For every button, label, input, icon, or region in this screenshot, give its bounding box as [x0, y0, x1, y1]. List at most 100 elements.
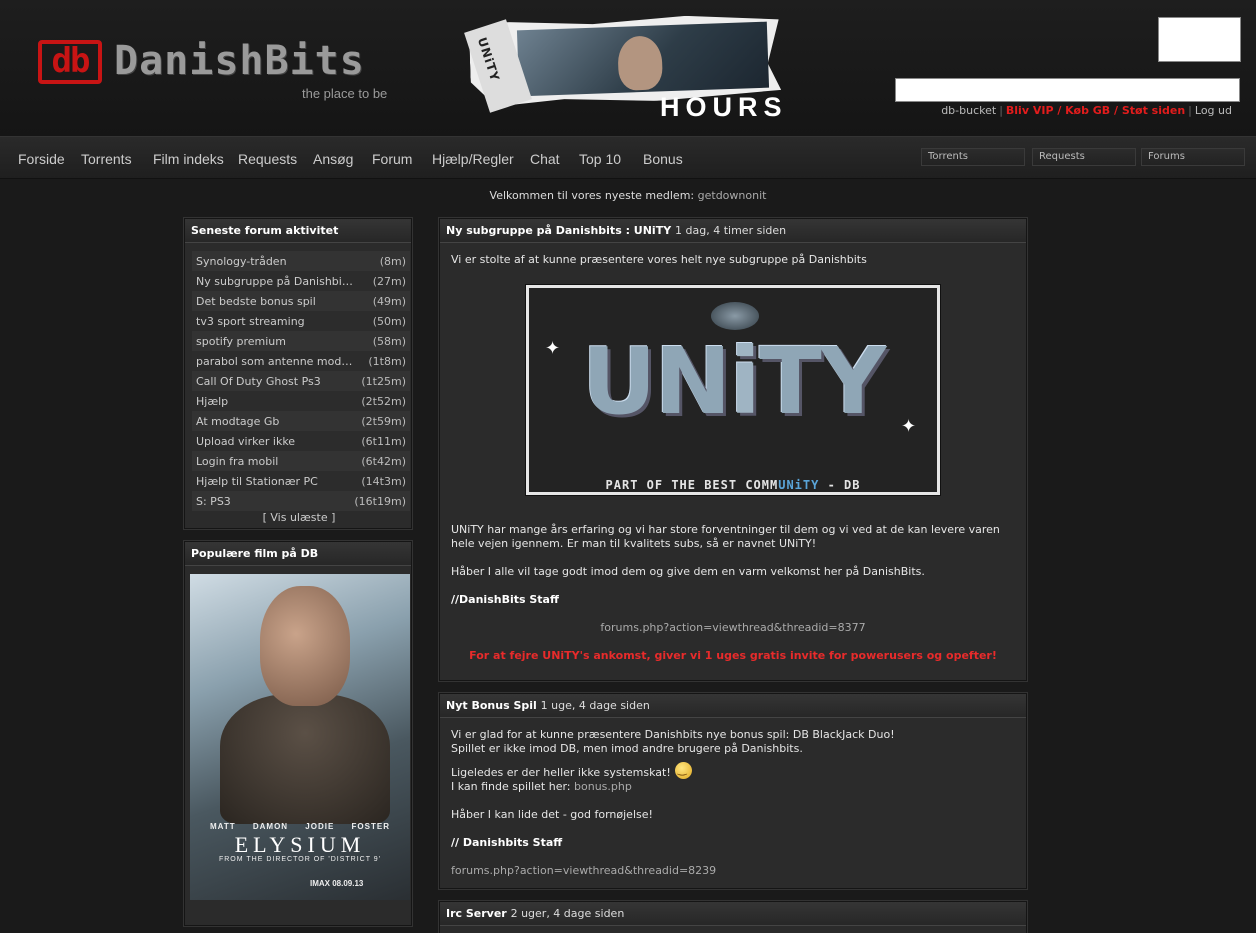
nav-forside[interactable]: Forside — [18, 151, 65, 167]
thread-title[interactable]: At modtage Gb — [196, 415, 279, 428]
list-item[interactable]: Det bedste bonus spil (49m) — [192, 291, 410, 311]
main-nav: Forside Torrents Film indeks Requests An… — [0, 136, 1256, 179]
unity-logo-image: ✦ ✦ UNiTY PART OF THE BEST COMMUNiTY - D… — [526, 285, 940, 495]
thread-age: (6t42m) — [361, 454, 406, 468]
list-item[interactable]: Upload virker ikke (6t11m) — [192, 431, 410, 451]
thread-age: (27m) — [372, 274, 406, 288]
site-logo[interactable]: db DanishBits the place to be — [38, 36, 398, 106]
nav-film-indeks[interactable]: Film indeks — [153, 151, 224, 167]
thread-age: (6t11m) — [361, 434, 406, 448]
nav-hjaelp-regler[interactable]: Hjælp/Regler — [432, 151, 514, 167]
unity-word-b: TY — [758, 328, 886, 435]
logout-link[interactable]: Log ud — [1195, 104, 1232, 117]
poster-title: ELYSIUM — [234, 832, 366, 857]
nav-requests[interactable]: Requests — [238, 151, 297, 167]
thread-title[interactable]: Call Of Duty Ghost Ps3 — [196, 375, 321, 388]
list-item[interactable]: tv3 sport streaming (50m) — [192, 311, 410, 331]
nav-bonus[interactable]: Bonus — [643, 151, 683, 167]
unity-tag-c: - DB — [819, 478, 861, 492]
list-item[interactable]: Login fra mobil (6t42m) — [192, 451, 410, 471]
welcome-bar: Velkommen til vores nyeste medlem: getdo… — [0, 189, 1256, 202]
site-header: db DanishBits the place to be UNiTY HOUR… — [0, 0, 1256, 136]
bonus-link[interactable]: bonus.php — [574, 780, 632, 793]
news-intro: Vi er stolte af at kunne præsentere vore… — [451, 253, 867, 266]
show-unread-link[interactable]: [ Vis ulæste ] — [185, 511, 413, 524]
news-header: Nyt Bonus Spil 1 uge, 4 dage siden — [440, 694, 1026, 718]
nav-forum[interactable]: Forum — [372, 151, 412, 167]
nav-chat[interactable]: Chat — [530, 151, 560, 167]
nav-torrents[interactable]: Torrents — [81, 151, 132, 167]
quick-search-torrents[interactable]: Torrents — [921, 148, 1025, 166]
logo-wordmark: DanishBits — [114, 38, 365, 84]
link-separator: | — [999, 104, 1003, 117]
news-title: Nyt Bonus Spil — [446, 699, 537, 712]
popular-films-title: Populære film på DB — [185, 542, 411, 566]
news-paragraph: Håber I alle vil tage godt imod dem og g… — [451, 565, 925, 578]
unity-word-a: UN — [581, 328, 732, 435]
thread-title[interactable]: tv3 sport streaming — [196, 315, 305, 328]
news-title: Irc Server — [446, 907, 507, 920]
nav-ansog[interactable]: Ansøg — [313, 151, 353, 167]
vip-link[interactable]: Bliv VIP / Køb GB / Støt siden — [1006, 104, 1185, 117]
thread-title[interactable]: Login fra mobil — [196, 455, 278, 468]
banner-hours-text: HOURS — [660, 92, 788, 122]
poster-face — [260, 586, 350, 706]
thread-title[interactable]: parabol som antenne modtager... — [196, 355, 356, 368]
thread-age: (14t3m) — [361, 474, 406, 488]
news-line: I kan finde spillet her: — [451, 780, 571, 793]
list-item[interactable]: spotify premium (58m) — [192, 331, 410, 351]
nav-top10[interactable]: Top 10 — [579, 151, 621, 167]
list-item[interactable]: S: PS3 (16t19m) — [192, 491, 410, 511]
thread-title[interactable]: S: PS3 — [196, 495, 231, 508]
unity-wordmark: UNiTY — [529, 332, 937, 432]
news-line-wrap: I kan finde spillet her: bonus.php — [451, 780, 1015, 794]
news-time: 1 uge, 4 dage siden — [540, 699, 650, 712]
movie-poster[interactable]: MATT DAMON JODIE FOSTER ELYSIUM FROM THE… — [190, 574, 410, 900]
logo-tagline: the place to be — [302, 86, 388, 101]
thread-title[interactable]: Ny subgruppe på Danishbits :... — [196, 275, 356, 288]
list-item[interactable]: Call Of Duty Ghost Ps3 (1t25m) — [192, 371, 410, 391]
unity-tag-b: UNiTY — [778, 478, 820, 492]
promo-banner[interactable]: UNiTY HOURS — [464, 18, 800, 128]
list-item[interactable]: Synology-tråden (8m) — [192, 251, 410, 271]
news-body: Vi er stolte af at kunne præsentere vore… — [440, 243, 1026, 669]
thread-title[interactable]: Hjælp til Stationær PC — [196, 475, 318, 488]
db-bucket-link[interactable]: db-bucket — [941, 104, 996, 117]
thread-link[interactable]: forums.php?action=viewthread&threadid=82… — [451, 864, 1015, 878]
forum-activity-panel: Seneste forum aktivitet Synology-tråden (… — [184, 218, 412, 529]
news-line: Vi er glad for at kunne præsentere Danis… — [451, 728, 895, 741]
list-item[interactable]: At modtage Gb (2t59m) — [192, 411, 410, 431]
link-separator: | — [1188, 104, 1192, 117]
logo-db-mark: db — [38, 40, 102, 84]
news-body: Vi er glad for at kunne præsentere Danis… — [440, 718, 1026, 884]
news-highlight: For at fejre UNiTY's ankomst, giver vi 1… — [469, 649, 997, 662]
news-item: Irc Server 2 uger, 4 dage siden — [439, 901, 1027, 933]
thread-age: (16t19m) — [354, 494, 406, 508]
quick-search-requests[interactable]: Requests — [1032, 148, 1136, 166]
list-item[interactable]: parabol som antenne modtager... (1t8m) — [192, 351, 410, 371]
user-links: db-bucket | Bliv VIP / Køb GB / Støt siden… — [895, 104, 1232, 117]
quick-search-forums[interactable]: Forums — [1141, 148, 1245, 166]
newest-member-link[interactable]: getdownonit — [698, 189, 767, 202]
news-paragraph: UNiTY har mange års erfaring og vi har s… — [451, 523, 1000, 550]
thread-title[interactable]: spotify premium — [196, 335, 286, 348]
thread-title[interactable]: Hjælp — [196, 395, 228, 408]
thread-age: (8m) — [379, 254, 406, 268]
thread-title[interactable]: Synology-tråden — [196, 255, 287, 268]
list-item[interactable]: Hjælp til Stationær PC (14t3m) — [192, 471, 410, 491]
thread-link[interactable]: forums.php?action=viewthread&threadid=83… — [451, 621, 1015, 635]
news-line: Håber I kan lide det - god fornøjelse! — [451, 808, 653, 821]
thread-title[interactable]: Det bedste bonus spil — [196, 295, 316, 308]
thread-age: (50m) — [372, 314, 406, 328]
banner-tab-label: UNiTY — [474, 35, 503, 84]
thread-age: (2t59m) — [361, 414, 406, 428]
list-item[interactable]: Ny subgruppe på Danishbits :... (27m) — [192, 271, 410, 291]
list-item[interactable]: Hjælp (2t52m) — [192, 391, 410, 411]
unity-oval — [711, 302, 759, 330]
thread-title[interactable]: Upload virker ikke — [196, 435, 295, 448]
banner-portrait — [617, 35, 664, 91]
unity-tag-a: PART OF THE BEST COMM — [605, 478, 779, 492]
news-header: Ny subgruppe på Danishbits : UNiTY 1 dag… — [440, 219, 1026, 243]
popular-films-panel: Populære film på DB MATT DAMON JODIE FOS… — [184, 541, 412, 926]
news-item: Nyt Bonus Spil 1 uge, 4 dage siden Vi er… — [439, 693, 1027, 889]
